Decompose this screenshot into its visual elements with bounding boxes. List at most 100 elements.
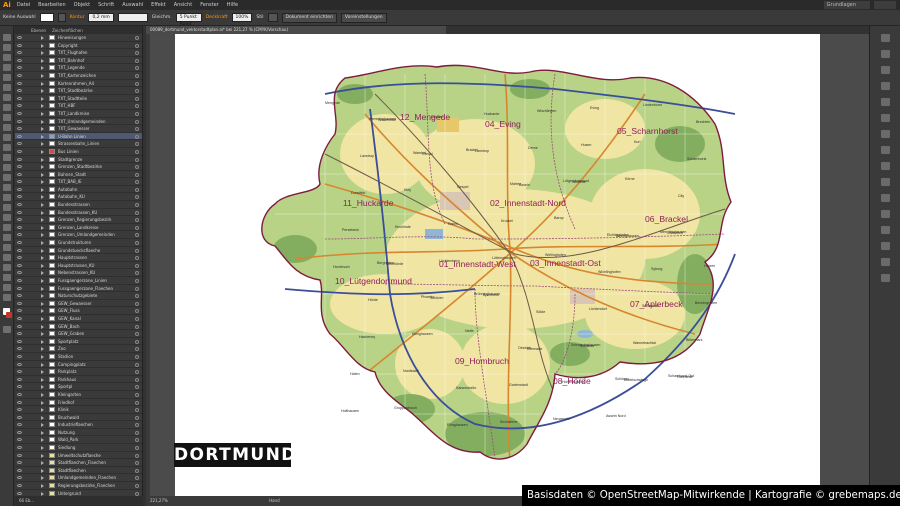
menu-item-object[interactable]: Objekt <box>74 2 90 8</box>
zoom-tool-icon[interactable] <box>3 294 11 301</box>
lasso-tool-icon[interactable] <box>3 64 11 71</box>
align-panel-icon[interactable] <box>881 210 890 218</box>
layer-name[interactable]: TXT_Stadtbezirke <box>58 87 93 94</box>
layer-row[interactable]: Umweltschutzflaeche <box>15 452 142 460</box>
layer-row[interactable]: TXT_Kartenzeichen <box>15 72 142 80</box>
layer-target-icon[interactable] <box>135 66 139 71</box>
layer-target-icon[interactable] <box>135 294 139 299</box>
visibility-eye-icon[interactable] <box>17 400 22 404</box>
layer-target-icon[interactable] <box>135 36 139 40</box>
blend-tool-icon[interactable] <box>3 234 11 241</box>
layer-name[interactable]: Stadion <box>58 353 73 360</box>
layer-row[interactable]: Autobahn <box>15 186 142 194</box>
artboards-panel-icon[interactable] <box>881 194 890 202</box>
menu-item-view[interactable]: Ansicht <box>174 2 192 8</box>
layer-name[interactable]: TXT_BAB_IE <box>58 178 82 185</box>
visibility-eye-icon[interactable] <box>17 491 22 495</box>
stroke-color-icon[interactable] <box>6 312 12 318</box>
expand-triangle-icon[interactable] <box>41 89 44 94</box>
visibility-eye-icon[interactable] <box>17 294 22 298</box>
visibility-eye-icon[interactable] <box>17 415 22 419</box>
layer-row[interactable]: Fussgaengerzone_Flaechen <box>15 285 142 293</box>
fill-swatch[interactable] <box>39 13 54 22</box>
expand-triangle-icon[interactable] <box>41 430 44 435</box>
expand-triangle-icon[interactable] <box>41 51 44 56</box>
stroke-label[interactable]: Kontur <box>70 15 85 20</box>
layer-name[interactable]: GEW_Graben <box>58 330 84 337</box>
color-panel-icon[interactable] <box>881 34 890 42</box>
layer-name[interactable]: Naturschutzgebiete <box>58 292 97 299</box>
expand-triangle-icon[interactable] <box>41 271 44 276</box>
visibility-eye-icon[interactable] <box>17 392 22 396</box>
expand-triangle-icon[interactable] <box>41 286 44 291</box>
visibility-eye-icon[interactable] <box>17 81 22 85</box>
paragraph-panel-icon[interactable] <box>881 274 890 282</box>
layer-row[interactable]: GEW_Bach <box>15 323 142 331</box>
tab-layers[interactable]: Ebenen <box>31 28 46 33</box>
layer-name[interactable]: Stadtflaechen <box>58 467 86 474</box>
layer-target-icon[interactable] <box>135 316 139 321</box>
visibility-eye-icon[interactable] <box>17 430 22 434</box>
layer-name[interactable]: Grundstuecksflaeche <box>58 247 100 254</box>
layer-name[interactable]: GEW_Gewaesser <box>58 300 92 307</box>
layer-target-icon[interactable] <box>135 301 139 306</box>
canvas[interactable]: Mengede Westerfilde Deusen Huckarde Wischlin… <box>146 34 869 506</box>
rectangle-tool-icon[interactable] <box>3 104 11 111</box>
layer-row[interactable]: Grundstrukturen <box>15 239 142 247</box>
layer-row[interactable]: Stadtflaechen <box>15 467 142 475</box>
layer-row[interactable]: Hauptstrassen <box>15 254 142 262</box>
layer-name[interactable]: Bruchwald <box>58 414 79 421</box>
layer-target-icon[interactable] <box>135 377 139 382</box>
workspace-switcher[interactable]: Grundlagen <box>823 1 870 9</box>
layer-target-icon[interactable] <box>135 354 139 359</box>
visibility-eye-icon[interactable] <box>17 256 22 260</box>
layer-target-icon[interactable] <box>135 225 139 230</box>
layer-row[interactable]: Hauptstrassen_KU <box>15 262 142 270</box>
line-tool-icon[interactable] <box>3 94 11 101</box>
layer-name[interactable]: Grenzen_Regierungsbezirk <box>58 216 111 223</box>
layer-name[interactable]: Nutzung <box>58 429 75 436</box>
expand-triangle-icon[interactable] <box>41 187 44 192</box>
document-tab[interactable]: 00089_dortmund_vektorstadtplan.ai* bei 2… <box>146 26 446 34</box>
layer-row[interactable]: Grenzen_Landkreise <box>15 224 142 232</box>
layer-name[interactable]: Zoo <box>58 345 66 352</box>
layer-name[interactable]: TXT_Flughafen <box>58 49 87 56</box>
layer-row[interactable]: U-Bahn Linien <box>15 132 142 141</box>
expand-triangle-icon[interactable] <box>41 461 44 466</box>
layer-target-icon[interactable] <box>135 461 139 466</box>
layer-target-icon[interactable] <box>135 73 139 78</box>
expand-triangle-icon[interactable] <box>41 446 44 451</box>
visibility-eye-icon[interactable] <box>17 248 22 252</box>
expand-triangle-icon[interactable] <box>41 96 44 101</box>
layer-name[interactable]: Fussgaengerzone_Flaechen <box>58 285 113 292</box>
expand-triangle-icon[interactable] <box>41 111 44 116</box>
layer-target-icon[interactable] <box>135 256 139 261</box>
visibility-eye-icon[interactable] <box>17 362 22 366</box>
layer-row[interactable]: Bahnen_Stadt <box>15 171 142 179</box>
layer-target-icon[interactable] <box>135 446 139 451</box>
expand-triangle-icon[interactable] <box>41 362 44 367</box>
graphic-styles-panel-icon[interactable] <box>881 162 890 170</box>
layer-row[interactable]: Umlandgemeinden_Flaechen <box>15 474 142 483</box>
layer-row[interactable]: Fussgaengerzone_Linien <box>15 277 142 285</box>
layer-row[interactable]: TXT_Stadtbezirke <box>15 87 142 95</box>
visibility-eye-icon[interactable] <box>17 43 22 47</box>
visibility-eye-icon[interactable] <box>17 218 22 222</box>
layer-name[interactable]: Copyright <box>58 42 78 49</box>
expand-triangle-icon[interactable] <box>41 195 44 200</box>
layer-name[interactable]: Campingplatz <box>58 361 86 368</box>
layer-row[interactable]: Grenzen_Regierungsbezirk <box>15 216 142 224</box>
layer-row[interactable]: GEW_Kanal <box>15 315 142 323</box>
layer-row[interactable]: Naturschutzgebiete <box>15 292 142 300</box>
expand-triangle-icon[interactable] <box>41 218 44 223</box>
expand-triangle-icon[interactable] <box>41 316 44 321</box>
layer-target-icon[interactable] <box>135 286 139 291</box>
visibility-eye-icon[interactable] <box>17 142 22 146</box>
layer-target-icon[interactable] <box>135 203 139 208</box>
layer-target-icon[interactable] <box>135 263 139 268</box>
visibility-eye-icon[interactable] <box>17 119 22 123</box>
layer-row[interactable]: TXT_Flughafen <box>15 49 142 57</box>
visibility-eye-icon[interactable] <box>17 127 22 131</box>
layer-target-icon[interactable] <box>135 438 139 443</box>
layer-row[interactable]: Campingplatz <box>15 361 142 369</box>
